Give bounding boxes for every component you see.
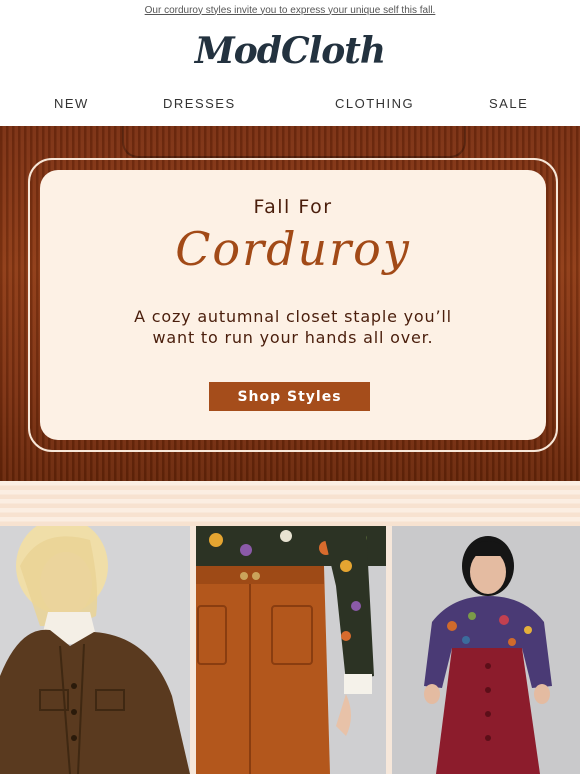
- skirt-photo: [392, 526, 580, 774]
- divider-stripe: [0, 481, 580, 526]
- hero-body-line-2: want to run your hands all over.: [152, 328, 434, 347]
- nav-item-new[interactable]: NEW: [54, 96, 89, 111]
- product-image-corduroy-jacket[interactable]: [0, 526, 190, 774]
- product-image-corduroy-pants[interactable]: [196, 526, 386, 774]
- product-grid: [0, 526, 580, 774]
- hero-body: A cozy autumnal closet staple you’ll wan…: [40, 306, 546, 348]
- hero-banner[interactable]: Fall For Corduroy A cozy autumnal closet…: [0, 126, 580, 481]
- pants-photo: [196, 526, 386, 774]
- hero-card: Fall For Corduroy A cozy autumnal closet…: [40, 170, 546, 440]
- jacket-photo: [0, 526, 190, 774]
- shop-styles-button[interactable]: Shop Styles: [209, 382, 370, 411]
- hero-title: Corduroy: [175, 222, 411, 276]
- brand-logo[interactable]: ModCloth: [195, 30, 386, 72]
- nav-item-clothing[interactable]: CLOTHING: [335, 96, 414, 111]
- preheader-link[interactable]: Our corduroy styles invite you to expres…: [145, 5, 436, 16]
- hero-kicker: Fall For: [253, 196, 333, 218]
- corduroy-seam: [122, 126, 466, 158]
- product-image-corduroy-skirt[interactable]: [392, 526, 580, 774]
- hero-body-line-1: A cozy autumnal closet staple you’ll: [134, 307, 452, 326]
- nav-item-dresses[interactable]: DRESSES: [163, 96, 236, 111]
- main-nav: NEW DRESSES CLOTHING SALE: [0, 82, 580, 126]
- nav-item-sale[interactable]: SALE: [489, 96, 528, 111]
- preheader: Our corduroy styles invite you to expres…: [0, 0, 580, 20]
- logo-bar: ModCloth: [0, 20, 580, 82]
